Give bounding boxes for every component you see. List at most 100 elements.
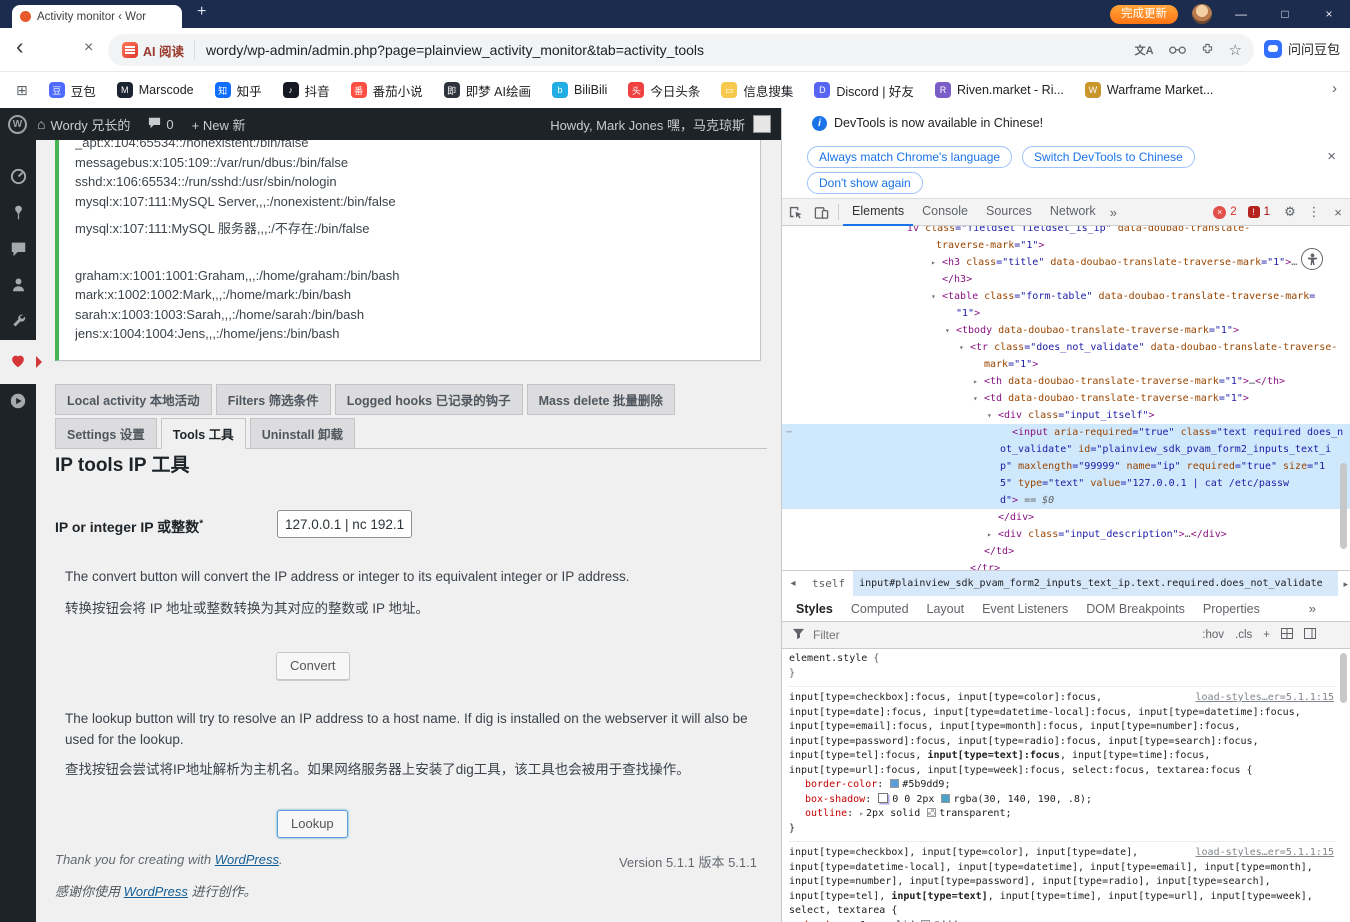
code-line[interactable]: ▾ <tr class="does_not_validate" data-doub… [782, 339, 1350, 356]
css-declaration[interactable]: border-color: #5b9dd9; [789, 778, 1336, 793]
notice-close-icon[interactable]: × [1327, 148, 1336, 165]
grid-toggle-icon[interactable] [1281, 628, 1293, 642]
sidebar-item-dashboard[interactable] [0, 160, 36, 196]
maximize-button[interactable]: □ [1270, 7, 1300, 21]
style-tab-event-listeners[interactable]: Event Listeners [982, 602, 1068, 616]
notice-button[interactable]: Don't show again [807, 172, 923, 194]
sidebar-item-comments[interactable] [0, 232, 36, 268]
sidebar-item-users[interactable] [0, 268, 36, 304]
ip-input[interactable] [277, 510, 412, 538]
lookup-button[interactable]: Lookup [277, 810, 348, 838]
bookmark-item[interactable]: R Riven.market - Ri... [934, 82, 1064, 98]
code-line[interactable]: ▸ <th data-doubao-translate-traverse-mark… [782, 373, 1350, 390]
kebab-menu-icon[interactable]: ⋮ [1302, 204, 1326, 220]
nav-tab[interactable]: Mass delete 批量删除 [526, 384, 675, 415]
nav-tab[interactable]: Local activity 本地活动 [55, 384, 212, 415]
sidebar-item-video[interactable] [0, 384, 36, 420]
sidebar-item-tools[interactable] [0, 304, 36, 340]
shadow-editor-icon[interactable] [878, 792, 889, 803]
bookmark-item[interactable]: ♪ 抖音 [282, 81, 330, 100]
nav-tab[interactable]: Uninstall 卸载 [249, 418, 355, 449]
style-tab-properties[interactable]: Properties [1203, 602, 1260, 616]
style-tab-layout[interactable]: Layout [927, 602, 965, 616]
disclosure-open-icon[interactable]: ▾ [987, 407, 992, 424]
bookmark-item[interactable]: ▭ 信息搜集 [721, 81, 793, 100]
devtools-close-icon[interactable]: × [1326, 205, 1350, 220]
disclosure-open-icon[interactable]: ▾ [931, 288, 936, 305]
disclosure-closed-icon[interactable]: ▸ [973, 373, 978, 390]
bookmark-item[interactable]: 豆豆包 [48, 81, 96, 100]
back-button[interactable]: ‹ [16, 33, 24, 60]
code-line[interactable]: ▸ <div class="input_description">…</div> [782, 526, 1350, 543]
sidebar-item-posts[interactable] [0, 196, 36, 232]
panel-toggle-icon[interactable] [1304, 628, 1316, 642]
style-tab-styles[interactable]: Styles [796, 602, 833, 616]
breadcrumb-current[interactable]: input#plainview_sdk_pvam_form2_inputs_te… [853, 570, 1338, 597]
bookmark-item[interactable]: M Marscode [116, 82, 194, 98]
new-tab-button[interactable]: + [197, 3, 206, 21]
more-actions-icon[interactable]: ⋯ [786, 424, 793, 441]
css-selector-line[interactable]: input[type=datetime-local], input[type=d… [789, 861, 1336, 876]
more-tabs-icon[interactable]: » [1105, 205, 1122, 220]
elements-scrollbar-thumb[interactable] [1340, 463, 1347, 549]
nav-tab[interactable]: Logged hooks 已记录的钩子 [334, 384, 523, 415]
code-line[interactable]: ▸ <h3 class="title" data-doubao-translate… [782, 254, 1350, 271]
address-bar[interactable]: AI 阅读 wordy/wp-admin/admin.php?page=plai… [108, 34, 1254, 66]
adminbar-new-button[interactable]: + New 新 [192, 115, 246, 134]
apps-grid-icon[interactable]: ⊞ [16, 82, 28, 99]
expand-arrow-icon[interactable]: ▸ [859, 809, 864, 818]
nav-tab[interactable]: Filters 筛选条件 [215, 384, 331, 415]
css-selector-line[interactable]: input[type=tel], input[type=text], input… [789, 890, 1336, 905]
adminbar-comments[interactable]: 0 [148, 117, 174, 132]
convert-button[interactable]: Convert [276, 652, 350, 680]
extensions-icon[interactable] [1201, 42, 1214, 58]
style-tab-dom-breakpoints[interactable]: DOM Breakpoints [1086, 602, 1185, 616]
filter-toggle[interactable]: + [1263, 629, 1270, 641]
breadcrumb-back-icon[interactable]: ◂ [782, 578, 804, 589]
code-line[interactable]: ot_validate" id="plainview_sdk_pvam_form… [782, 441, 1350, 458]
style-tab-computed[interactable]: Computed [851, 602, 909, 616]
bookmark-star-icon[interactable]: ☆ [1229, 41, 1242, 59]
styles-filter-input[interactable] [813, 628, 1195, 642]
breadcrumb-forward-icon[interactable]: ▸ [1343, 579, 1348, 590]
css-selector-line[interactable]: input[type=number], input[type=password]… [789, 875, 1336, 890]
devtools-tab-sources[interactable]: Sources [977, 199, 1041, 226]
code-line[interactable]: </tr> [782, 560, 1350, 570]
notice-button[interactable]: Always match Chrome's language [807, 146, 1013, 168]
bookmarks-overflow-icon[interactable]: › [1332, 80, 1337, 97]
code-line[interactable]: ▾ <td data-doubao-translate-traverse-mark… [782, 390, 1350, 407]
settings-gear-icon[interactable]: ⚙ [1278, 204, 1302, 220]
ask-doubao-button[interactable]: 问问豆包 [1263, 39, 1340, 58]
css-selector-line[interactable]: input[type=email]:focus, input[type=mont… [789, 720, 1336, 735]
transparent-swatch-icon[interactable] [927, 808, 937, 817]
bookmark-item[interactable]: b BiliBili [551, 82, 607, 98]
nav-tab[interactable]: Settings 设置 [55, 418, 157, 449]
console-badges[interactable]: × 2 ! 1 [1213, 205, 1278, 219]
update-button[interactable]: 完成更新 [1110, 4, 1178, 24]
adminbar-account[interactable]: Howdy, Mark Jones 嘿，马克琼斯 [550, 115, 771, 134]
css-selector-line[interactable]: input[type=date]:focus, input[type=datet… [789, 706, 1336, 721]
code-line[interactable]: d"> == $0 [782, 492, 1350, 509]
device-toolbar-icon[interactable] [808, 205, 834, 220]
url-text[interactable]: wordy/wp-admin/admin.php?page=plainview_… [206, 42, 1135, 58]
element-style-rule[interactable]: element.style { [789, 652, 1336, 667]
disclosure-open-icon[interactable]: ▾ [973, 390, 978, 407]
filter-toggle[interactable]: .cls [1235, 629, 1252, 641]
browser-tab[interactable]: Activity monitor ‹ Wor [12, 5, 182, 28]
inspect-element-icon[interactable] [782, 205, 808, 220]
css-selector-line[interactable]: load-styles…er=5.1.1:15 input[type=checkb… [789, 846, 1336, 861]
code-line[interactable]: ▾ <table class="form-table" data-doubao-t… [782, 288, 1350, 305]
css-declaration[interactable]: box-shadow: 0 0 2px rgba(30, 140, 190, .… [789, 792, 1336, 808]
stop-button[interactable]: × [84, 39, 93, 57]
code-line[interactable]: </td> [782, 543, 1350, 560]
adminbar-site-name[interactable]: ⌂ Wordy 兄长的 [37, 115, 130, 134]
bookmark-item[interactable]: W Warframe Market... [1084, 82, 1213, 98]
disclosure-open-icon[interactable]: ▾ [945, 322, 950, 339]
stylesheet-link[interactable]: load-styles…er=5.1.1:15 [1196, 691, 1334, 706]
filter-toggle[interactable]: :hov [1202, 629, 1224, 641]
stylesheet-link[interactable]: load-styles…er=5.1.1:15 [1196, 846, 1334, 861]
disclosure-closed-icon[interactable]: ▸ [987, 526, 992, 543]
css-selector-line[interactable]: select, textarea { [789, 904, 1336, 919]
css-declaration[interactable]: border: ▸1px solid #ddd; [789, 919, 1336, 922]
code-line[interactable]: 5" type="text" value="127.0.0.1 | cat /e… [782, 475, 1350, 492]
